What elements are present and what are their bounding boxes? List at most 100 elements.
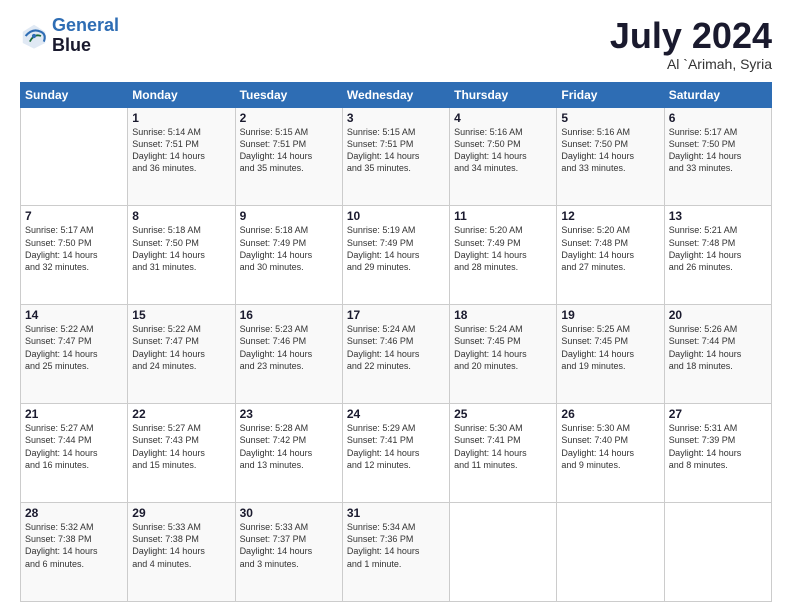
cell-content: Sunrise: 5:14 AM Sunset: 7:51 PM Dayligh… — [132, 126, 230, 175]
day-cell: 25Sunrise: 5:30 AM Sunset: 7:41 PM Dayli… — [450, 404, 557, 503]
calendar-table: SundayMondayTuesdayWednesdayThursdayFrid… — [20, 82, 772, 602]
day-cell: 24Sunrise: 5:29 AM Sunset: 7:41 PM Dayli… — [342, 404, 449, 503]
cell-content: Sunrise: 5:28 AM Sunset: 7:42 PM Dayligh… — [240, 422, 338, 471]
day-cell: 16Sunrise: 5:23 AM Sunset: 7:46 PM Dayli… — [235, 305, 342, 404]
day-cell — [557, 503, 664, 602]
col-header-saturday: Saturday — [664, 82, 771, 107]
cell-content: Sunrise: 5:30 AM Sunset: 7:40 PM Dayligh… — [561, 422, 659, 471]
cell-content: Sunrise: 5:18 AM Sunset: 7:50 PM Dayligh… — [132, 224, 230, 273]
cell-content: Sunrise: 5:32 AM Sunset: 7:38 PM Dayligh… — [25, 521, 123, 570]
cell-content: Sunrise: 5:34 AM Sunset: 7:36 PM Dayligh… — [347, 521, 445, 570]
header: General Blue July 2024 Al `Arimah, Syria — [20, 16, 772, 72]
cell-content: Sunrise: 5:33 AM Sunset: 7:37 PM Dayligh… — [240, 521, 338, 570]
cell-content: Sunrise: 5:16 AM Sunset: 7:50 PM Dayligh… — [454, 126, 552, 175]
cell-content: Sunrise: 5:19 AM Sunset: 7:49 PM Dayligh… — [347, 224, 445, 273]
cell-content: Sunrise: 5:27 AM Sunset: 7:43 PM Dayligh… — [132, 422, 230, 471]
day-cell: 5Sunrise: 5:16 AM Sunset: 7:50 PM Daylig… — [557, 107, 664, 206]
day-cell: 31Sunrise: 5:34 AM Sunset: 7:36 PM Dayli… — [342, 503, 449, 602]
day-number: 21 — [25, 407, 123, 421]
day-number: 13 — [669, 209, 767, 223]
cell-content: Sunrise: 5:29 AM Sunset: 7:41 PM Dayligh… — [347, 422, 445, 471]
day-number: 25 — [454, 407, 552, 421]
day-cell: 23Sunrise: 5:28 AM Sunset: 7:42 PM Dayli… — [235, 404, 342, 503]
cell-content: Sunrise: 5:18 AM Sunset: 7:49 PM Dayligh… — [240, 224, 338, 273]
col-header-tuesday: Tuesday — [235, 82, 342, 107]
logo-text: General Blue — [52, 16, 119, 56]
day-cell: 7Sunrise: 5:17 AM Sunset: 7:50 PM Daylig… — [21, 206, 128, 305]
day-number: 30 — [240, 506, 338, 520]
day-number: 6 — [669, 111, 767, 125]
cell-content: Sunrise: 5:31 AM Sunset: 7:39 PM Dayligh… — [669, 422, 767, 471]
day-number: 8 — [132, 209, 230, 223]
day-number: 5 — [561, 111, 659, 125]
day-number: 19 — [561, 308, 659, 322]
cell-content: Sunrise: 5:17 AM Sunset: 7:50 PM Dayligh… — [669, 126, 767, 175]
day-cell: 12Sunrise: 5:20 AM Sunset: 7:48 PM Dayli… — [557, 206, 664, 305]
header-row: SundayMondayTuesdayWednesdayThursdayFrid… — [21, 82, 772, 107]
col-header-thursday: Thursday — [450, 82, 557, 107]
day-number: 27 — [669, 407, 767, 421]
day-cell: 15Sunrise: 5:22 AM Sunset: 7:47 PM Dayli… — [128, 305, 235, 404]
day-number: 10 — [347, 209, 445, 223]
day-cell — [21, 107, 128, 206]
week-row-1: 1Sunrise: 5:14 AM Sunset: 7:51 PM Daylig… — [21, 107, 772, 206]
cell-content: Sunrise: 5:25 AM Sunset: 7:45 PM Dayligh… — [561, 323, 659, 372]
cell-content: Sunrise: 5:15 AM Sunset: 7:51 PM Dayligh… — [240, 126, 338, 175]
day-cell: 19Sunrise: 5:25 AM Sunset: 7:45 PM Dayli… — [557, 305, 664, 404]
day-number: 29 — [132, 506, 230, 520]
week-row-3: 14Sunrise: 5:22 AM Sunset: 7:47 PM Dayli… — [21, 305, 772, 404]
month-title: July 2024 — [610, 16, 772, 56]
day-cell: 21Sunrise: 5:27 AM Sunset: 7:44 PM Dayli… — [21, 404, 128, 503]
day-cell: 17Sunrise: 5:24 AM Sunset: 7:46 PM Dayli… — [342, 305, 449, 404]
day-number: 17 — [347, 308, 445, 322]
logo-line1: General — [52, 15, 119, 35]
cell-content: Sunrise: 5:17 AM Sunset: 7:50 PM Dayligh… — [25, 224, 123, 273]
day-number: 23 — [240, 407, 338, 421]
day-number: 11 — [454, 209, 552, 223]
title-area: July 2024 Al `Arimah, Syria — [610, 16, 772, 72]
day-number: 3 — [347, 111, 445, 125]
day-cell — [450, 503, 557, 602]
col-header-wednesday: Wednesday — [342, 82, 449, 107]
week-row-2: 7Sunrise: 5:17 AM Sunset: 7:50 PM Daylig… — [21, 206, 772, 305]
day-number: 1 — [132, 111, 230, 125]
day-cell: 27Sunrise: 5:31 AM Sunset: 7:39 PM Dayli… — [664, 404, 771, 503]
logo: General Blue — [20, 16, 119, 56]
day-number: 20 — [669, 308, 767, 322]
day-number: 12 — [561, 209, 659, 223]
cell-content: Sunrise: 5:23 AM Sunset: 7:46 PM Dayligh… — [240, 323, 338, 372]
day-number: 15 — [132, 308, 230, 322]
cell-content: Sunrise: 5:26 AM Sunset: 7:44 PM Dayligh… — [669, 323, 767, 372]
page: General Blue July 2024 Al `Arimah, Syria… — [0, 0, 792, 612]
calendar-header: SundayMondayTuesdayWednesdayThursdayFrid… — [21, 82, 772, 107]
day-number: 4 — [454, 111, 552, 125]
calendar-body: 1Sunrise: 5:14 AM Sunset: 7:51 PM Daylig… — [21, 107, 772, 601]
logo-icon — [20, 22, 48, 50]
day-number: 2 — [240, 111, 338, 125]
cell-content: Sunrise: 5:33 AM Sunset: 7:38 PM Dayligh… — [132, 521, 230, 570]
day-cell: 6Sunrise: 5:17 AM Sunset: 7:50 PM Daylig… — [664, 107, 771, 206]
location: Al `Arimah, Syria — [610, 56, 772, 72]
day-cell: 9Sunrise: 5:18 AM Sunset: 7:49 PM Daylig… — [235, 206, 342, 305]
day-cell: 14Sunrise: 5:22 AM Sunset: 7:47 PM Dayli… — [21, 305, 128, 404]
cell-content: Sunrise: 5:22 AM Sunset: 7:47 PM Dayligh… — [132, 323, 230, 372]
day-cell: 4Sunrise: 5:16 AM Sunset: 7:50 PM Daylig… — [450, 107, 557, 206]
cell-content: Sunrise: 5:16 AM Sunset: 7:50 PM Dayligh… — [561, 126, 659, 175]
day-number: 31 — [347, 506, 445, 520]
cell-content: Sunrise: 5:15 AM Sunset: 7:51 PM Dayligh… — [347, 126, 445, 175]
cell-content: Sunrise: 5:24 AM Sunset: 7:45 PM Dayligh… — [454, 323, 552, 372]
day-number: 18 — [454, 308, 552, 322]
cell-content: Sunrise: 5:20 AM Sunset: 7:48 PM Dayligh… — [561, 224, 659, 273]
day-number: 26 — [561, 407, 659, 421]
day-cell: 11Sunrise: 5:20 AM Sunset: 7:49 PM Dayli… — [450, 206, 557, 305]
week-row-4: 21Sunrise: 5:27 AM Sunset: 7:44 PM Dayli… — [21, 404, 772, 503]
day-number: 9 — [240, 209, 338, 223]
day-cell: 28Sunrise: 5:32 AM Sunset: 7:38 PM Dayli… — [21, 503, 128, 602]
cell-content: Sunrise: 5:20 AM Sunset: 7:49 PM Dayligh… — [454, 224, 552, 273]
cell-content: Sunrise: 5:27 AM Sunset: 7:44 PM Dayligh… — [25, 422, 123, 471]
day-number: 16 — [240, 308, 338, 322]
day-cell: 8Sunrise: 5:18 AM Sunset: 7:50 PM Daylig… — [128, 206, 235, 305]
day-cell: 1Sunrise: 5:14 AM Sunset: 7:51 PM Daylig… — [128, 107, 235, 206]
cell-content: Sunrise: 5:21 AM Sunset: 7:48 PM Dayligh… — [669, 224, 767, 273]
day-cell: 18Sunrise: 5:24 AM Sunset: 7:45 PM Dayli… — [450, 305, 557, 404]
